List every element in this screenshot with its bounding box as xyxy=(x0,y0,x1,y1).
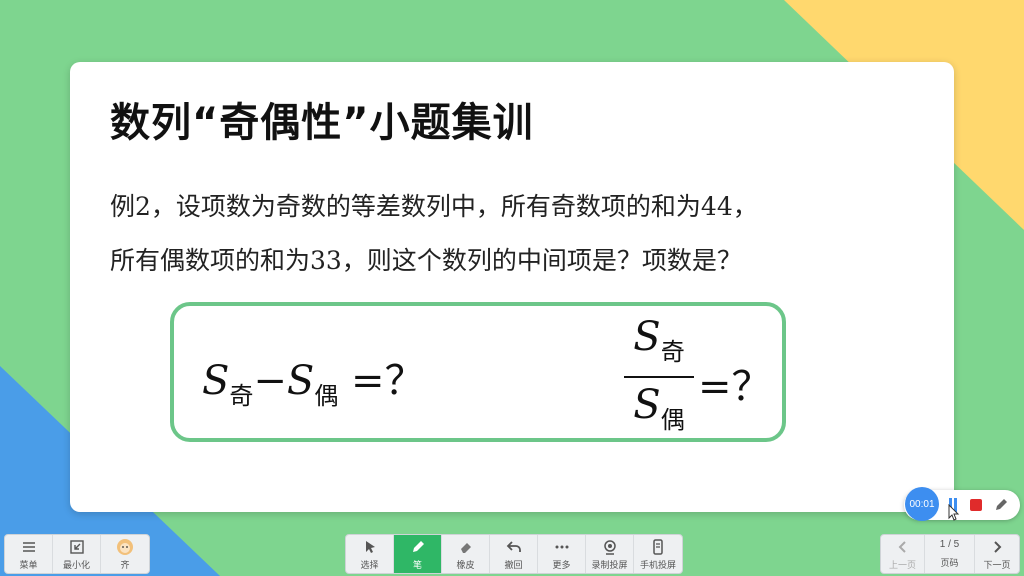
minimize-button[interactable]: 最小化 xyxy=(53,535,101,573)
select-label: 选择 xyxy=(360,559,379,570)
chevron-right-icon xyxy=(994,540,1002,553)
avatar-label: 齐 xyxy=(120,559,130,570)
formula-box: S奇−S偶 =？ S奇 S偶 =？ xyxy=(170,302,786,442)
page-indicator: 1 / 5 xyxy=(939,539,960,550)
prev-page-button[interactable]: 上一页 xyxy=(881,535,925,573)
minus-sign: − xyxy=(253,358,287,404)
problem-line-1: 例2，设项数为奇数的等差数列中，所有奇数项的和为44， xyxy=(110,192,758,221)
more-icon xyxy=(555,545,568,548)
pen-icon[interactable] xyxy=(992,496,1010,514)
phone-label: 手机投屏 xyxy=(639,559,676,570)
record-label: 录制投屏 xyxy=(591,559,628,570)
user-avatar-button[interactable]: 齐 xyxy=(101,535,149,573)
next-page-label: 下一页 xyxy=(983,559,1011,570)
slide-title: 数列“奇偶性”小题集训 xyxy=(110,100,534,146)
slide-card: 数列“奇偶性”小题集训 例2，设项数为奇数的等差数列中，所有奇数项的和为44， … xyxy=(70,62,954,512)
phone-cast-button[interactable]: 手机投屏 xyxy=(634,535,682,573)
left-toolbar: 菜单 最小化 齐 xyxy=(4,534,150,574)
undo-icon xyxy=(506,540,521,552)
chevron-left-icon xyxy=(898,540,906,553)
equals-question: =？ xyxy=(351,358,425,404)
problem-text: 例2，设项数为奇数的等差数列中，所有奇数项的和为44， 所有偶数项的和为33，则… xyxy=(110,180,940,288)
problem-line-2: 所有偶数项的和为33，则这个数列的中间项是？项数是？ xyxy=(110,246,742,275)
formula-var: S xyxy=(633,314,661,360)
minimize-icon xyxy=(69,539,84,554)
fraction-bar xyxy=(624,376,694,378)
page-navigation: 上一页 1 / 5 页码 下一页 xyxy=(880,534,1020,574)
undo-button[interactable]: 撤回 xyxy=(490,535,538,573)
equals-question: =？ xyxy=(698,364,772,410)
page-number-button[interactable]: 1 / 5 页码 xyxy=(925,535,975,573)
stop-icon[interactable] xyxy=(970,499,982,511)
more-label: 更多 xyxy=(552,559,571,570)
center-toolbar: 选择 笔 橡皮 撤回 更多 录制投屏 手机投屏 xyxy=(345,534,683,574)
pen-icon xyxy=(412,540,424,552)
formula-var: S xyxy=(633,382,661,428)
fraction-denominator: S偶 xyxy=(624,382,694,435)
fraction-numerator: S奇 xyxy=(624,314,694,367)
formula-subscript: 偶 xyxy=(314,382,339,410)
phone-icon xyxy=(653,538,663,555)
prev-page-label: 上一页 xyxy=(888,559,916,570)
menu-label: 菜单 xyxy=(19,559,38,570)
record-cast-button[interactable]: 录制投屏 xyxy=(586,535,634,573)
undo-label: 撤回 xyxy=(504,559,523,570)
page-label: 页码 xyxy=(940,558,959,568)
formula-subscript: 奇 xyxy=(229,382,254,410)
pen-label: 笔 xyxy=(412,559,422,570)
cursor-icon xyxy=(365,540,375,553)
recording-widget: 00:01 xyxy=(904,487,1020,521)
minimize-label: 最小化 xyxy=(62,559,90,570)
avatar-icon xyxy=(117,538,133,555)
formula-subscript: 奇 xyxy=(660,338,685,366)
menu-icon xyxy=(22,541,35,552)
eraser-label: 橡皮 xyxy=(456,559,475,570)
next-page-button[interactable]: 下一页 xyxy=(975,535,1019,573)
mouse-cursor-icon xyxy=(948,504,960,521)
eraser-tool-button[interactable]: 橡皮 xyxy=(442,535,490,573)
formula-subscript: 偶 xyxy=(660,406,685,434)
difference-formula: S奇−S偶 =？ xyxy=(202,348,425,411)
recording-timer: 00:01 xyxy=(905,487,939,521)
record-icon xyxy=(603,539,616,555)
select-tool-button[interactable]: 选择 xyxy=(346,535,394,573)
more-button[interactable]: 更多 xyxy=(538,535,586,573)
pen-tool-button[interactable]: 笔 xyxy=(394,535,442,573)
eraser-icon xyxy=(460,542,471,553)
formula-var: S xyxy=(202,358,230,404)
menu-button[interactable]: 菜单 xyxy=(5,535,53,573)
formula-var: S xyxy=(286,358,315,404)
